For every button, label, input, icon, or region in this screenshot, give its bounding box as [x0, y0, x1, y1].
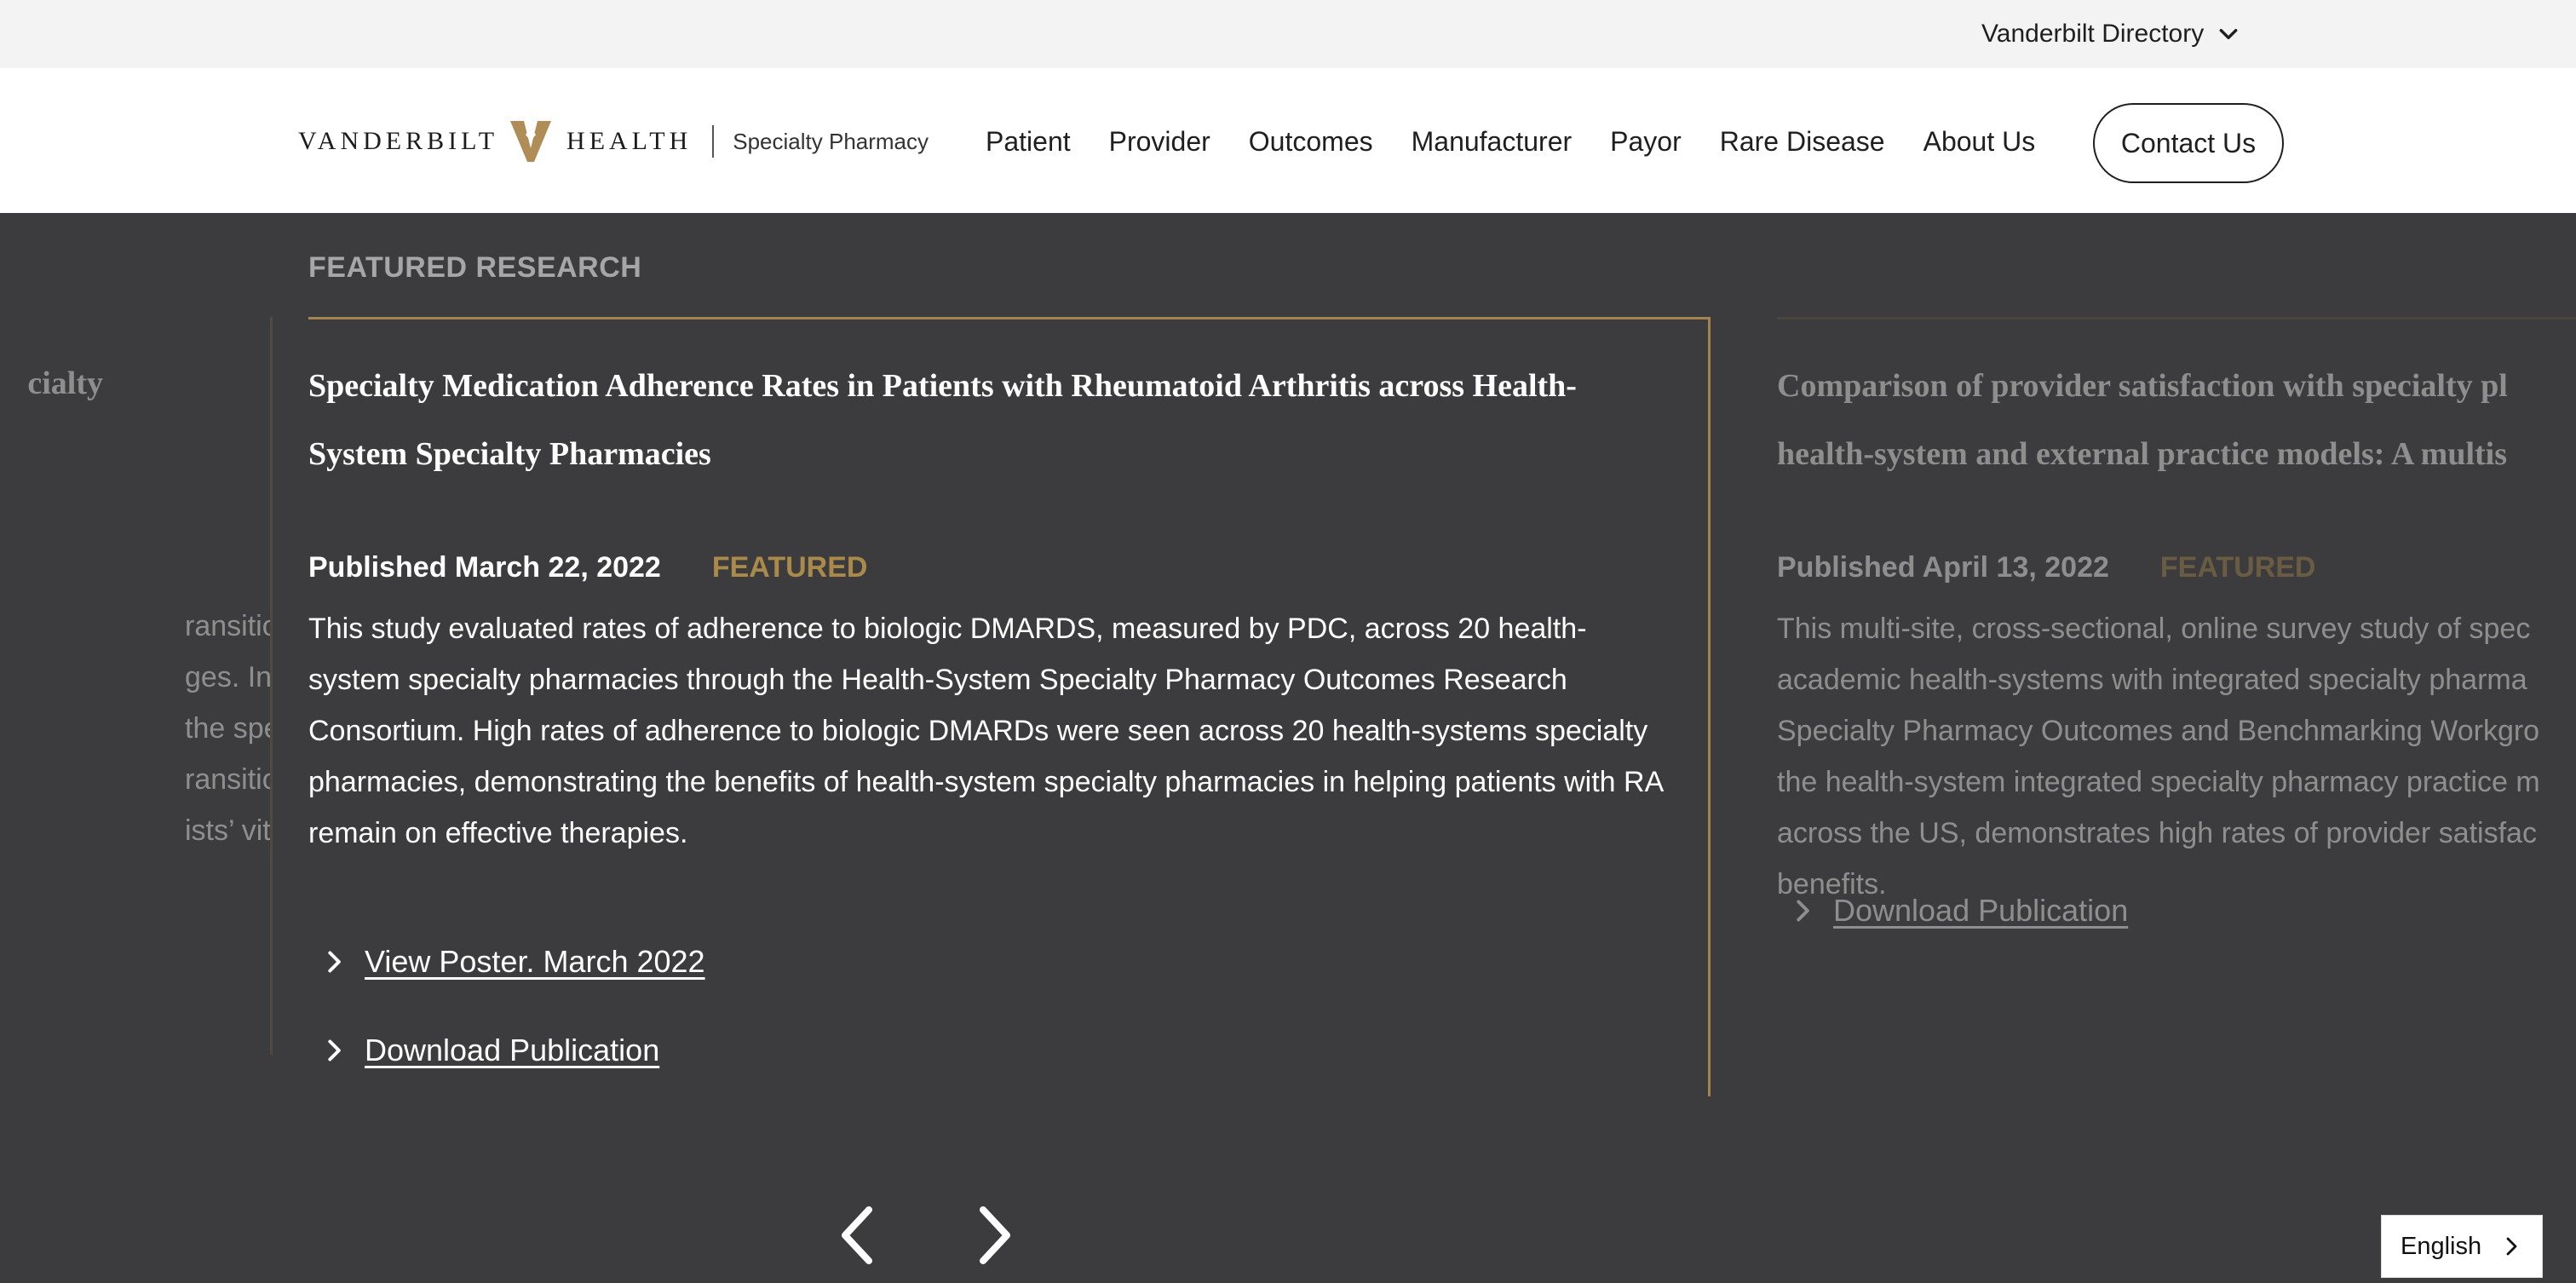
featured-research-section: FEATURED RESEARCH cialty ransitions in g…	[0, 213, 2576, 1283]
chevron-right-icon	[328, 951, 341, 973]
site-header: VANDERBILT HEALTH Specialty Pharmacy Pat…	[0, 68, 2576, 213]
nav-item-outcomes[interactable]: Outcomes	[1249, 126, 1373, 158]
logo-divider	[712, 125, 715, 158]
desc-line: the health-system integrated specialty p…	[1777, 766, 2540, 798]
research-card-description: This multi-site, cross-sectional, online…	[1777, 603, 2576, 910]
chevron-down-icon	[2219, 28, 2238, 40]
download-publication-link[interactable]: Download Publication	[315, 1033, 659, 1068]
vanderbilt-directory-dropdown[interactable]: Vanderbilt Directory	[1981, 15, 2240, 53]
research-card-title: cialty	[27, 365, 103, 401]
research-card-active: Specialty Medication Adherence Rates in …	[308, 317, 1711, 1096]
utility-bar: Vanderbilt Directory	[0, 0, 2576, 68]
nav-item-manufacturer[interactable]: Manufacturer	[1412, 126, 1573, 158]
oak-leaf-v-icon	[510, 121, 552, 162]
desc-line: ransitions in	[185, 610, 270, 642]
research-card-title: Comparison of provider satisfaction with…	[1777, 352, 2576, 488]
download-publication-link-label: Download Publication	[1833, 893, 2129, 928]
chevron-right-icon	[328, 1039, 341, 1061]
chevron-right-icon	[980, 1206, 1010, 1264]
nav-item-provider[interactable]: Provider	[1109, 126, 1210, 158]
desc-line: ists’ vital role in	[185, 814, 271, 847]
desc-line: academic health-systems with integrated …	[1777, 664, 2527, 696]
logo-subtitle: Specialty Pharmacy	[733, 128, 929, 154]
language-selected: English	[2401, 1232, 2482, 1260]
research-card-title[interactable]: Specialty Medication Adherence Rates in …	[308, 352, 1637, 488]
featured-badge: FEATURED	[2159, 551, 2316, 584]
desc-line: the specialty	[185, 712, 270, 745]
title-line: health-system and external practice mode…	[1777, 436, 2508, 472]
title-line: Comparison of provider satisfaction with…	[1777, 368, 2508, 404]
language-selector[interactable]: English	[2381, 1215, 2543, 1278]
desc-line: Specialty Pharmacy Outcomes and Benchmar…	[1777, 715, 2540, 747]
nav-item-about-us[interactable]: About Us	[1923, 126, 2036, 158]
desc-line: across the US, demonstrates high rates o…	[1777, 817, 2537, 849]
published-date: Published March 22, 2022	[308, 551, 661, 584]
nav-item-rare-disease[interactable]: Rare Disease	[1720, 126, 1885, 158]
main-nav: Patient Provider Outcomes Manufacturer P…	[986, 124, 2073, 158]
vanderbilt-health-logo[interactable]: VANDERBILT HEALTH Specialty Pharmacy	[298, 118, 929, 165]
view-poster-link[interactable]: View Poster. March 2022	[315, 944, 705, 980]
carousel-next-button[interactable]	[969, 1201, 1021, 1269]
logo-wordmark-left: VANDERBILT	[298, 127, 499, 155]
research-card-meta: Published April 13, 2022 FEATURED	[1777, 551, 2315, 584]
section-title: FEATURED RESEARCH	[308, 251, 642, 284]
chevron-right-icon	[2506, 1237, 2517, 1256]
logo-wordmark-right: HEALTH	[566, 127, 693, 155]
research-card-previous[interactable]: cialty ransitions in ges. In this the sp…	[0, 317, 273, 1055]
carousel-prev-button[interactable]	[831, 1201, 883, 1269]
download-publication-link[interactable]: Download Publication	[1784, 893, 2128, 929]
desc-line: This multi-site, cross-sectional, online…	[1777, 613, 2531, 645]
nav-item-payor[interactable]: Payor	[1610, 126, 1682, 158]
contact-us-button[interactable]: Contact Us	[2093, 103, 2284, 183]
chevron-left-icon	[842, 1206, 872, 1264]
chevron-right-icon	[1797, 900, 1809, 922]
directory-label: Vanderbilt Directory	[1981, 20, 2205, 48]
published-date: Published April 13, 2022	[1777, 551, 2109, 584]
desc-line: ransition provide	[185, 763, 270, 796]
featured-badge: FEATURED	[711, 551, 868, 584]
view-poster-link-label: View Poster. March 2022	[365, 944, 705, 979]
research-card-description: This study evaluated rates of adherence …	[308, 613, 1663, 849]
research-card-meta: Published March 22, 2022 FEATURED	[308, 551, 867, 584]
research-card-next[interactable]: Comparison of provider satisfaction with…	[1777, 317, 2576, 1084]
download-publication-link-label: Download Publication	[365, 1033, 660, 1067]
desc-line: ges. In this	[185, 661, 273, 693]
nav-item-patient[interactable]: Patient	[986, 126, 1071, 158]
